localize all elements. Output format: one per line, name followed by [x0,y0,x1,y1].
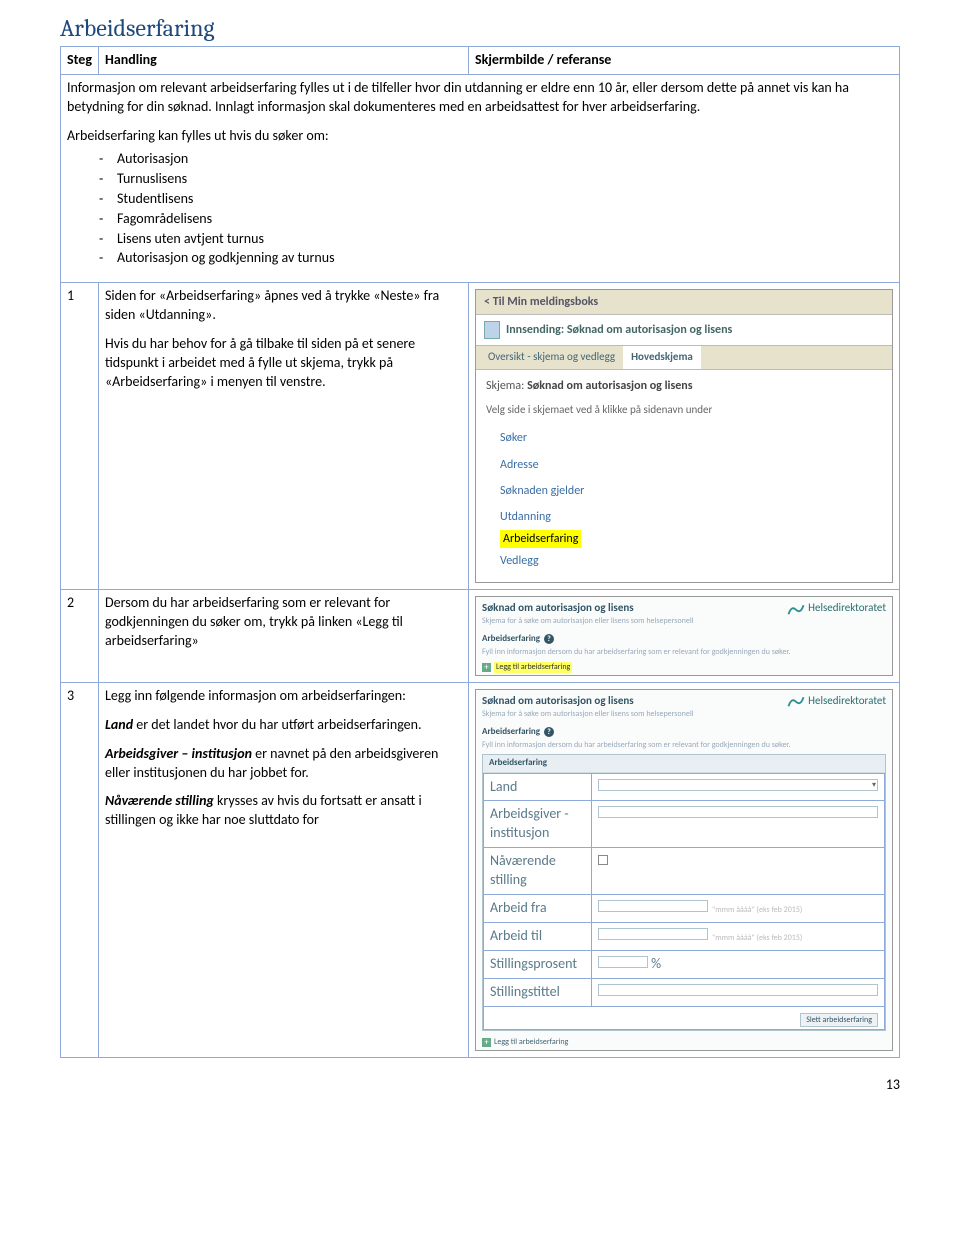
r3-navarende: Nåværende stilling krysses av hvis du fo… [105,792,462,830]
arbeidsgiver-input[interactable] [598,806,878,818]
ss2-section: Arbeidserfaring [482,633,540,645]
innsend-title: Innsending: Søknad om autorisasjon og li… [506,322,732,338]
handling-3: Legg inn følgende informasjon om arbeids… [99,682,469,1057]
r3-land: Land er det landet hvor du har utført ar… [105,716,462,735]
arbeid-til-input[interactable] [598,928,708,940]
ref-2: Søknad om autorisasjon og lisens Skjema … [469,590,900,682]
r3-p1: Legg inn følgende informasjon om arbeids… [105,687,462,706]
th-steg: Steg [61,47,99,75]
schema-hint: Velg side i skjemaet ved å klikke på sid… [486,403,882,418]
help-icon[interactable]: ? [544,634,554,644]
ss2-hint: Fyll inn informasjon dersom du har arbei… [476,647,892,660]
hint-til: "mmm åååå" (eks feb 2015) [712,933,802,943]
lbl-arbeidsgiver: Arbeidsgiver - institusjon [484,801,592,848]
screenshot-1: < Til Min meldingsboks Innsending: Søkna… [475,289,893,583]
intro-list: Autorisasjon Turnuslisens Studentlisens … [67,150,893,268]
plus-icon: + [482,663,491,672]
lbl-land: Land [484,773,592,801]
ss3-sub: Skjema for å søke om autorisasjon eller … [482,709,694,720]
add-arbeidserfaring-link[interactable]: + Legg til arbeidserfaring [476,660,892,675]
r1-p1: Siden for «Arbeidserfaring» åpnes ved å … [105,287,462,325]
intro-p1: Informasjon om relevant arbeidserfaring … [67,79,893,117]
ref-3: Søknad om autorisasjon og lisens Skjema … [469,682,900,1057]
nav-utdanning[interactable]: Utdanning [486,504,882,530]
th-handling: Handling [99,47,469,75]
intro-li: Lisens uten avtjent turnus [99,230,893,249]
steg-3: 3 [61,682,99,1057]
land-select[interactable]: ▾ [598,779,878,791]
helsedirektoratet-logo: Helsedirektoratet [787,694,886,709]
arbeid-fra-input[interactable] [598,900,708,912]
ref-1: < Til Min meldingsboks Innsending: Søkna… [469,283,900,590]
schema-label: Skjema: [486,379,524,393]
plus-icon: + [482,1038,491,1047]
lbl-tittel: Stillingstittel [484,978,592,1006]
r3-arbeidsgiver: Arbeidsgiver – institusjon er navnet på … [105,745,462,783]
ss3-hint: Fyll inn informasjon dersom du har arbei… [476,740,892,753]
screenshot-2: Søknad om autorisasjon og lisens Skjema … [475,596,893,675]
lbl-fra: Arbeid fra [484,895,592,923]
intro-p2: Arbeidserfaring kan fylles ut hvis du sø… [67,127,893,146]
th-ref: Skjermbilde / referanse [469,47,900,75]
lbl-til: Arbeid til [484,922,592,950]
nav-adresse[interactable]: Adresse [486,452,882,478]
page-title: Arbeidserfaring [60,12,900,44]
pct-label: % [651,955,661,972]
stillingstittel-input[interactable] [598,984,878,996]
stillingsprosent-input[interactable] [598,956,648,968]
r1-p2: Hvis du har behov for å gå tilbake til s… [105,335,462,392]
ss2-title: Søknad om autorisasjon og lisens [482,601,694,616]
tab-hovedskjema[interactable]: Hovedskjema [623,346,701,369]
ss3-section: Arbeidserfaring [482,726,540,738]
form-header: Arbeidserfaring [483,755,885,772]
page-number: 13 [60,1076,900,1095]
document-icon [484,321,500,339]
handling-1: Siden for «Arbeidserfaring» åpnes ved å … [99,283,469,590]
nav-vedlegg[interactable]: Vedlegg [486,548,882,574]
navarende-checkbox[interactable] [598,855,608,865]
tab-overview[interactable]: Oversikt - skjema og vedlegg [480,346,623,369]
lbl-navarende: Nåværende stilling [484,848,592,895]
helsedirektoratet-logo: Helsedirektoratet [787,601,886,616]
intro-cell: Informasjon om relevant arbeidserfaring … [61,75,900,283]
ss2-sub: Skjema for å søke om autorisasjon eller … [482,616,694,627]
back-link[interactable]: < Til Min meldingsboks [476,290,892,315]
steg-1: 1 [61,283,99,590]
slett-button[interactable]: Slett arbeidserfaring [800,1013,878,1027]
intro-li: Turnuslisens [99,170,893,189]
add-arbeidserfaring-link-2[interactable]: + Legg til arbeidserfaring [476,1035,892,1050]
nav-soknaden[interactable]: Søknaden gjelder [486,478,882,504]
nav-soker[interactable]: Søker [486,425,882,451]
r2-p1: Dersom du har arbeidserfaring som er rel… [105,594,462,651]
screenshot-3: Søknad om autorisasjon og lisens Skjema … [475,689,893,1051]
handling-2: Dersom du har arbeidserfaring som er rel… [99,590,469,682]
intro-li: Autorisasjon [99,150,893,169]
nav-arbeidserfaring[interactable]: Arbeidserfaring [500,530,581,548]
intro-li: Studentlisens [99,190,893,209]
hint-fra: "mmm åååå" (eks feb 2015) [712,905,802,915]
ss3-title: Søknad om autorisasjon og lisens [482,694,694,709]
intro-li: Fagområdelisens [99,210,893,229]
help-icon[interactable]: ? [544,727,554,737]
intro-li: Autorisasjon og godkjenning av turnus [99,249,893,268]
steg-2: 2 [61,590,99,682]
instruction-table: Steg Handling Skjermbilde / referanse In… [60,46,900,1058]
lbl-prosent: Stillingsprosent [484,950,592,978]
schema-value: Søknad om autorisasjon og lisens [527,379,692,393]
arbeidserfaring-form: Arbeidserfaring Land ▾ Arbeidsgiver - in… [482,754,886,1031]
